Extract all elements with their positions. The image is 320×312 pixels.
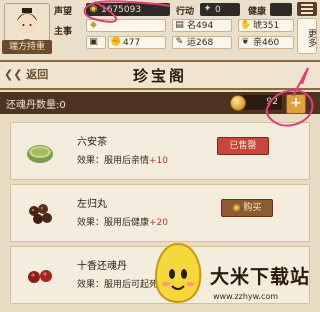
more-button[interactable]: 更多 [297, 18, 317, 54]
brush-icon: ✎ [175, 37, 184, 47]
page-title: 珍宝阁 [132, 67, 187, 85]
list-item: 六安茶 效果：服用后亲情+10 已售罄 [10, 122, 310, 180]
stat-row2-c: ✋ 琥351 [238, 19, 294, 32]
item-effect: 效果：服用后健康+20 [77, 215, 168, 228]
effect-value: +10 [149, 156, 169, 166]
info-row: 还魂丹数量:0 92 + [0, 92, 320, 114]
watermark-url: www.zzhyw.com [213, 292, 279, 301]
effect-label: 效果：服用后可起死 [77, 280, 159, 290]
effect-value: +20 [149, 218, 169, 228]
scroll-icon: ▤ [175, 20, 184, 30]
reputation-label: 声望 [54, 7, 73, 17]
coin-icon [230, 95, 246, 111]
master-label: 主事 [54, 27, 73, 37]
stat-book: ▣ [86, 36, 106, 49]
ingot-icon: ◆ [90, 20, 97, 30]
effect-label: 效果：服用后健康 [77, 218, 150, 228]
pills-icon [29, 204, 52, 224]
leaf-icon: ❦ [241, 37, 250, 47]
revive-count: 还魂丹数量:0 [6, 100, 66, 111]
coin-small-icon: ◉ [232, 203, 241, 213]
stat-health [270, 3, 292, 16]
item-name: 六安茶 [77, 137, 107, 148]
title-bar: ❮❮ 返回 珍宝阁 [0, 60, 320, 90]
item-name: 左归丸 [77, 199, 107, 210]
effect-label: 效果：服用后亲情 [77, 156, 150, 166]
watermark-title: 大米下载站 [210, 266, 311, 288]
buy-label: 购买 [243, 203, 262, 213]
stat-coins: ◉ 1675093 [86, 3, 170, 16]
stat-row3-b: ✎ 运268 [172, 36, 232, 49]
player-title: 端方持重 [2, 40, 52, 54]
action-icon: ✦ [203, 4, 212, 14]
buy-button[interactable]: ◉ 购买 [221, 199, 273, 217]
stat-row2-b: ▤ 名494 [172, 19, 232, 32]
stat-row2-a: ◆ [86, 19, 166, 32]
red-pills-icon [28, 270, 52, 283]
hand-icon: ✋ [240, 20, 252, 30]
tea-cup-icon [27, 145, 53, 163]
menu-button[interactable] [297, 2, 317, 16]
action-label: 行动 [176, 7, 195, 17]
book-icon: ▣ [89, 37, 98, 47]
stat-action: ✦ 0 [200, 3, 240, 16]
sold-out-badge: 已售罄 [217, 137, 269, 155]
stat-row3-a: ✊ 477 [108, 36, 166, 49]
item-effect: 效果：服用后亲情+10 [77, 153, 168, 166]
item-name: 十香还魂丹 [77, 261, 127, 272]
health-label: 健康 [248, 7, 267, 17]
rice-mascot-logo [154, 242, 202, 304]
list-item: 左归丸 效果：服用后健康+20 ◉ 购买 [10, 184, 310, 242]
status-bar: 端方持重 声望 主事 ◉ 1675093 行动 ✦ 0 健康 ◆ ▤ 名494 ✋ 琥3… [0, 0, 320, 58]
add-coins-button[interactable]: + [286, 94, 306, 114]
coin-icon: ◉ [89, 4, 98, 14]
stat-row3-c: ❦ 亲460 [238, 36, 294, 49]
fist-icon: ✊ [110, 37, 122, 47]
item-effect: 效果：服用后可起死 [77, 277, 158, 290]
